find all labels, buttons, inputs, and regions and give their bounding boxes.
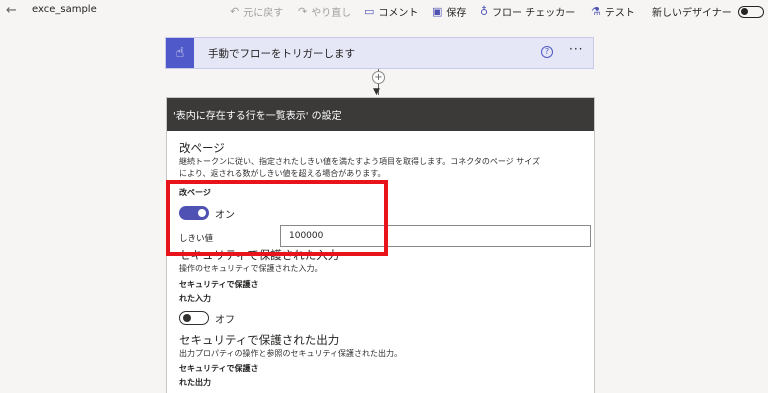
secure-inputs-switch-state: オフ — [215, 315, 235, 326]
new-designer-switch[interactable] — [737, 5, 764, 18]
comment-button[interactable]: ▭ コメント — [364, 4, 418, 19]
secure-inputs-switch[interactable] — [179, 311, 209, 325]
secure-inputs-desc: 操作のセキュリティで保護された入力。 — [179, 264, 323, 273]
help-icon[interactable]: ? — [541, 46, 553, 58]
secure-outputs-desc: 出力プロパティの操作と参照のセキュリティ保護された出力。 — [179, 349, 403, 358]
secure-inputs-label-line1: セキュリティで保護さ — [179, 280, 259, 289]
top-toolbar: ← exce_sample ↶ 元に戻す ↷ やり直し ▭ コメント ▣ 保存 … — [0, 0, 768, 22]
flow-checker-button[interactable]: ♁ フロー チェッカー — [480, 4, 575, 19]
add-step-plus-icon[interactable]: + — [372, 71, 385, 84]
pagination-title: 改ページ — [179, 141, 225, 155]
undo-icon: ↶ — [230, 5, 240, 18]
panel-header: '表内に存在する行を一覧表示' の設定 — [167, 98, 594, 131]
pagination-desc-line1: 継続トークンに従い、指定されたしきい値を満たすよう項目を取得します。コネクタのペ… — [179, 157, 541, 166]
annotation-highlight-box — [166, 180, 388, 256]
pagination-desc-line2: により、返される数がしきい値を超える場合があります。 — [179, 169, 386, 178]
connector-arrow-icon: ▼ — [373, 87, 380, 97]
save-icon: ▣ — [432, 5, 443, 18]
secure-outputs-label-line2: れた出力 — [179, 378, 211, 387]
trigger-title: 手動でフローをトリガーします — [208, 47, 355, 60]
flask-icon: ⚗ — [591, 5, 601, 18]
secure-outputs-title: セキュリティで保護された出力 — [179, 333, 340, 347]
flow-name: exce_sample — [32, 4, 97, 15]
manual-trigger-card[interactable]: ☝ 手動でフローをトリガーします ? ··· — [165, 37, 594, 69]
test-button[interactable]: ⚗ テスト — [591, 4, 635, 19]
save-button[interactable]: ▣ 保存 — [432, 4, 466, 19]
stethoscope-icon: ♁ — [480, 5, 489, 18]
redo-button[interactable]: ↷ やり直し — [298, 4, 351, 19]
back-arrow-icon[interactable]: ← — [6, 3, 17, 18]
undo-button[interactable]: ↶ 元に戻す — [230, 4, 283, 19]
new-designer-toggle[interactable]: 新しいデザイナー — [652, 4, 764, 19]
secure-inputs-label-line2: れた入力 — [179, 294, 211, 303]
comment-icon: ▭ — [364, 5, 375, 18]
redo-icon: ↷ — [298, 5, 308, 18]
more-options-icon[interactable]: ··· — [569, 42, 583, 56]
secure-outputs-label-line1: セキュリティで保護さ — [179, 364, 259, 373]
hand-tap-icon: ☝ — [166, 38, 194, 68]
